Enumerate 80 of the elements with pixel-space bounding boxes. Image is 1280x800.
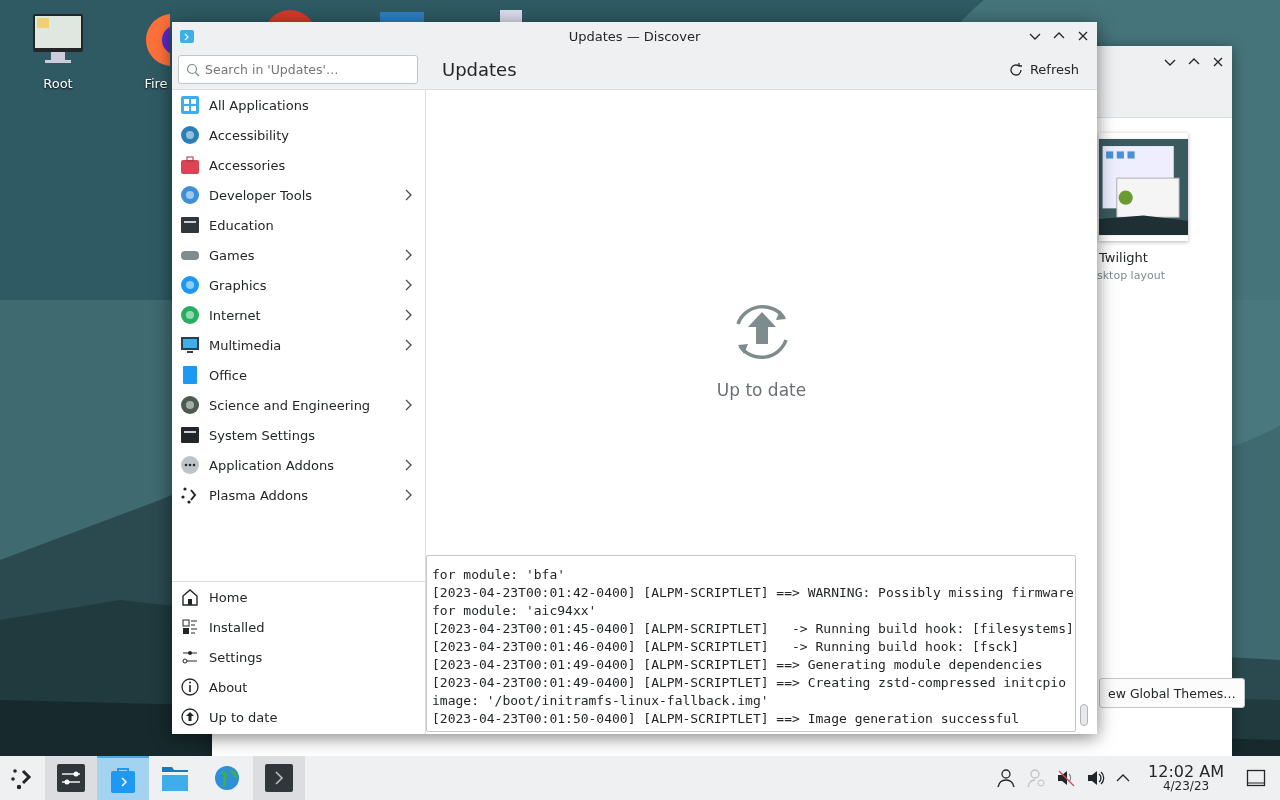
list-icon bbox=[180, 617, 200, 637]
log-line: [2023-04-23T00:01:45-0400] [ALPM-SCRIPTLET] -> Running build hook: [filesystems] bbox=[432, 620, 1071, 638]
navigation-item[interactable]: Home bbox=[172, 582, 425, 612]
close-icon[interactable] bbox=[1077, 30, 1089, 42]
circle-icon bbox=[180, 185, 200, 205]
caret-icon[interactable] bbox=[1116, 773, 1131, 783]
chevron-icon bbox=[405, 489, 413, 501]
log-line: [2023-04-23T00:01:46-0400] [ALPM-SCRIPTLET] -> Running build hook: [fsck] bbox=[432, 638, 1020, 656]
category-item[interactable]: Science and Engineering bbox=[172, 390, 425, 420]
info-icon bbox=[180, 677, 200, 697]
refresh-button[interactable]: Refresh bbox=[1003, 57, 1083, 82]
log-line: [2023-04-23T00:01:49-0400] [ALPM-SCRIPTLET] ==> Creating zstd-compressed initcpio bbox=[432, 674, 1067, 692]
task-terminal-button[interactable] bbox=[253, 756, 305, 800]
navigation-item[interactable]: About bbox=[172, 672, 425, 702]
panel-icon bbox=[180, 425, 200, 445]
category-item[interactable]: Multimedia bbox=[172, 330, 425, 360]
chevron-icon bbox=[405, 399, 413, 411]
sliders-icon bbox=[57, 764, 85, 792]
category-item[interactable]: Education bbox=[172, 210, 425, 240]
log-line: image: '/boot/initramfs-linux-fallback.img' bbox=[432, 692, 770, 710]
grid-icon bbox=[180, 95, 200, 115]
dots-icon bbox=[180, 455, 200, 475]
folder-icon bbox=[161, 764, 189, 792]
speaker-icon[interactable] bbox=[1086, 768, 1107, 788]
log-line: for module: 'aic94xx' bbox=[432, 602, 598, 620]
chevron-icon bbox=[405, 459, 413, 471]
category-item[interactable]: System Settings bbox=[172, 420, 425, 450]
category-item[interactable]: Developer Tools bbox=[172, 180, 425, 210]
category-item[interactable]: Internet bbox=[172, 300, 425, 330]
global-themes-button[interactable]: ew Global Themes… bbox=[1099, 678, 1245, 708]
category-item[interactable]: Accessories bbox=[172, 150, 425, 180]
square-icon bbox=[180, 215, 200, 235]
theme-name: Twilight bbox=[1099, 250, 1148, 265]
refresh-icon bbox=[1007, 61, 1024, 78]
desktop-icon-label[interactable]: Root bbox=[43, 76, 73, 91]
category-item[interactable]: All Applications bbox=[172, 90, 425, 120]
category-item[interactable]: Application Addons bbox=[172, 450, 425, 480]
upload-icon bbox=[180, 707, 200, 727]
desktop-icon-label[interactable]: Fire bbox=[144, 76, 168, 91]
window-title: Updates — Discover bbox=[568, 28, 701, 44]
category-item[interactable]: Graphics bbox=[172, 270, 425, 300]
search-field[interactable]: Search in 'Updates'… bbox=[178, 55, 418, 84]
monitor-icon bbox=[180, 335, 200, 355]
category-item[interactable]: Office bbox=[172, 360, 425, 390]
circle-icon bbox=[180, 125, 200, 145]
show-desktop-icon[interactable] bbox=[1246, 768, 1266, 788]
close-icon[interactable] bbox=[1212, 56, 1224, 68]
theme-description: sktop layout bbox=[1097, 269, 1165, 282]
chevron-icon bbox=[405, 189, 413, 201]
navigation-item[interactable]: Up to date bbox=[172, 702, 425, 732]
category-item[interactable]: Games bbox=[172, 240, 425, 270]
category-item[interactable]: Accessibility bbox=[172, 120, 425, 150]
circle-icon bbox=[180, 275, 200, 295]
log-line: [2023-04-23T00:01:49-0400] [ALPM-SCRIPTLET] ==> Generating module dependencies bbox=[432, 656, 1044, 674]
launcher-icon[interactable] bbox=[10, 766, 34, 790]
navigation-item[interactable]: Settings bbox=[172, 642, 425, 672]
chevron-icon bbox=[405, 309, 413, 321]
chevron-icon bbox=[405, 339, 413, 351]
log-line: [2023-04-23T00:01:50-0400] [ALPM-SCRIPTLET] ==> Image generation successful bbox=[432, 710, 1020, 728]
status-message: Up to date bbox=[716, 379, 807, 400]
shopping-bag-icon bbox=[109, 765, 137, 793]
page-title: Updates bbox=[442, 59, 517, 80]
search-icon bbox=[186, 63, 200, 77]
app-icon bbox=[179, 28, 195, 44]
user-icon[interactable] bbox=[996, 768, 1017, 788]
home-icon bbox=[180, 587, 200, 607]
task-settings-button[interactable] bbox=[45, 756, 97, 800]
category-item[interactable]: Plasma Addons bbox=[172, 480, 425, 510]
chevron-icon bbox=[405, 279, 413, 291]
scrollbar[interactable] bbox=[1080, 704, 1088, 726]
toolbox-icon bbox=[180, 155, 200, 175]
muted-speaker-icon[interactable] bbox=[1056, 768, 1077, 788]
user-switch-icon[interactable] bbox=[1026, 768, 1047, 788]
clock[interactable]: 12:02 AM 4/23/23 bbox=[1148, 764, 1224, 792]
chevron-icon bbox=[405, 249, 413, 261]
navigation-item[interactable]: Installed bbox=[172, 612, 425, 642]
log-line: for module: 'bfa' bbox=[432, 566, 567, 584]
terminal-icon bbox=[265, 764, 293, 792]
document-icon bbox=[180, 365, 200, 385]
log-line: [2023-04-23T00:01:42-0400] [ALPM-SCRIPTLET] ==> WARNING: Possibly missing firmware bbox=[432, 584, 1071, 602]
